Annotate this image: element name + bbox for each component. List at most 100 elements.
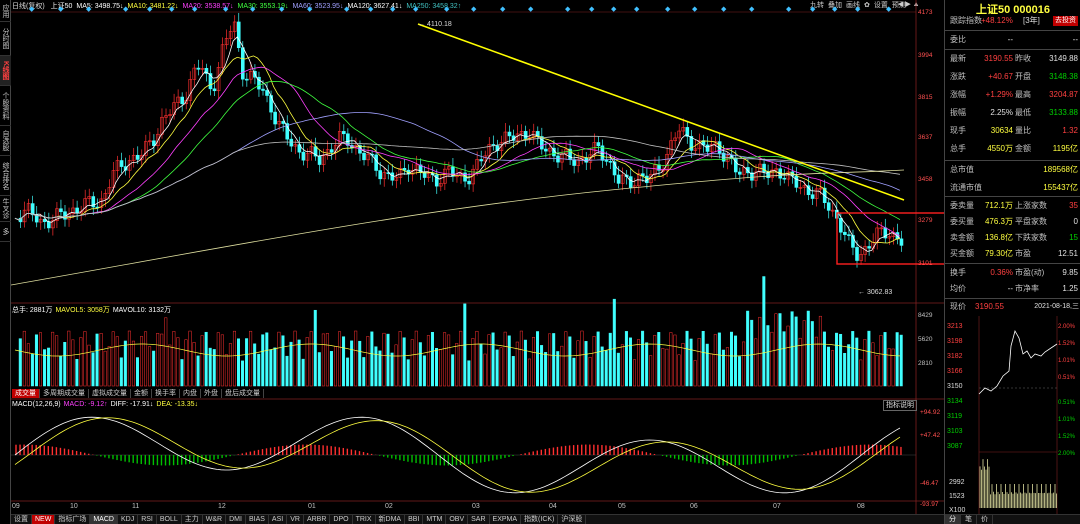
left-tab-4[interactable]: 自选股 bbox=[0, 126, 11, 156]
volume-tab-0[interactable]: 成交量 bbox=[12, 389, 40, 398]
candle-body bbox=[342, 131, 346, 135]
left-tab-2[interactable]: K线图 bbox=[0, 56, 11, 86]
volume-tab-1[interactable]: 多周期成交量 bbox=[40, 389, 89, 398]
volume-tab-5[interactable]: 内盘 bbox=[180, 389, 201, 398]
indicator-tab-15[interactable]: TRIX bbox=[353, 515, 376, 524]
volume-bar bbox=[495, 349, 499, 387]
volume-bar bbox=[709, 353, 713, 387]
indicator-tab-11[interactable]: ASI bbox=[269, 515, 288, 524]
indicator-tab-14[interactable]: DPO bbox=[330, 515, 353, 524]
left-tab-5[interactable]: 综合排名 bbox=[0, 156, 11, 196]
indicator-tab-19[interactable]: OBV bbox=[446, 515, 469, 524]
volume-bar bbox=[51, 331, 55, 387]
intraday-minichart[interactable]: 3213 3198 3182 3166 3150 3134 3119 3103 3087 2.00… bbox=[945, 316, 1080, 514]
indicator-tab-17[interactable]: BBI bbox=[405, 515, 424, 524]
indicator-tab-3[interactable]: MACD bbox=[90, 515, 118, 524]
indicator-tab-8[interactable]: W&R bbox=[203, 515, 227, 524]
candle-body bbox=[196, 67, 201, 70]
volume-info-line: 总手: 2881万 MAVOL5: 3058万 MAVOL10: 3132万 bbox=[12, 305, 174, 315]
now-value: 3190.55 bbox=[975, 302, 1004, 311]
candle-body bbox=[374, 154, 378, 171]
volume-bar bbox=[87, 344, 91, 387]
signal-marker: ◆ bbox=[279, 6, 285, 13]
volume-bar bbox=[188, 330, 192, 387]
quote-panel: 上证50 000016 跟踪指数 +48.12% [3年] 去投资 委比 -- … bbox=[944, 0, 1080, 524]
indicator-tab-2[interactable]: 指标广场 bbox=[55, 515, 91, 524]
left-tab-1[interactable]: 分时图 bbox=[0, 22, 11, 56]
quote-value: +40.67 bbox=[988, 72, 1013, 81]
volume-bar bbox=[584, 341, 588, 387]
indicator-tab-22[interactable]: 指数(ICK) bbox=[521, 515, 559, 524]
left-tab-3[interactable]: 个股资料 bbox=[0, 86, 11, 126]
weibi-label: 委比 bbox=[950, 35, 966, 44]
left-tab-0[interactable]: 应用 bbox=[0, 0, 11, 22]
signal-marker: ◆ bbox=[855, 6, 861, 13]
volume-bar bbox=[770, 331, 774, 387]
macd-info-2: DIFF: -17.91↓ bbox=[110, 401, 154, 408]
indicator-tab-21[interactable]: EXPMA bbox=[490, 515, 522, 524]
quote-row-0: 最新 3190.55 昨收 3149.88 bbox=[945, 52, 1080, 66]
order-key2: 市盈 bbox=[1015, 249, 1031, 258]
indicator-tab-6[interactable]: BOLL bbox=[157, 515, 182, 524]
mini-tab-2[interactable]: 价 bbox=[977, 515, 993, 524]
indicator-tab-0[interactable]: 设置 bbox=[11, 515, 32, 524]
month-tick: 02 bbox=[385, 503, 393, 510]
volume-bar bbox=[843, 353, 847, 387]
indicator-tab-7[interactable]: 主力 bbox=[182, 515, 203, 524]
invest-button[interactable]: 去投资 bbox=[1053, 16, 1078, 26]
indicator-tab-1[interactable]: NEW bbox=[32, 515, 56, 524]
indicator-tab-9[interactable]: DMI bbox=[226, 515, 246, 524]
mini-price-tick: 3213 bbox=[947, 323, 963, 330]
volume-bar bbox=[75, 359, 79, 387]
signal-marker: ◆ bbox=[58, 6, 64, 13]
volume-bar bbox=[281, 335, 285, 387]
indicator-tab-4[interactable]: KDJ bbox=[118, 515, 139, 524]
volume-bar bbox=[382, 332, 386, 387]
volume-bar bbox=[527, 358, 531, 387]
indicator-help-button[interactable]: 指标说明 bbox=[883, 400, 917, 411]
quote-row-1: 涨跌 +40.67 开盘 3148.38 bbox=[945, 70, 1080, 84]
volume-bar bbox=[738, 356, 742, 387]
volume-tab-2[interactable]: 虚拟成交量 bbox=[89, 389, 131, 398]
left-tab-7[interactable]: 多 bbox=[0, 222, 11, 242]
indicator-tab-16[interactable]: 新DMA bbox=[376, 515, 406, 524]
volume-bar bbox=[487, 334, 491, 387]
volume-bar bbox=[742, 341, 746, 387]
mini-tab-0[interactable]: 分 bbox=[945, 515, 961, 524]
price-tick: 3279 bbox=[918, 217, 933, 224]
volume-tab-3[interactable]: 金额 bbox=[131, 389, 152, 398]
left-tab-6[interactable]: 牛叉诊股 bbox=[0, 196, 11, 222]
signal-marker: ◆ bbox=[500, 6, 506, 13]
indicator-tab-23[interactable]: 沪深股 bbox=[558, 515, 587, 524]
signal-marker: ◆ bbox=[86, 6, 92, 13]
volume-bar bbox=[782, 331, 786, 387]
indicator-tab-20[interactable]: SAR bbox=[468, 515, 490, 524]
mini-tab-1[interactable]: 笔 bbox=[961, 515, 977, 524]
volume-bar bbox=[467, 360, 471, 387]
volume-bar bbox=[572, 357, 576, 387]
track-row: 跟踪指数 +48.12% [3年] 去投资 bbox=[945, 14, 1080, 28]
kline-chart[interactable]: ◆ ◆ ◆ ◆ ◆ ◆ ◆ ◆ ◆ ◆ ◆ ◆ ◆ ◆ ◆ ◆ ◆ ◆ ◆ ◆ ◆ ◆ ◆ ◆ ◆ ◆ ◆ ◆ ◆ ◆ ◆ ◆ bbox=[11, 0, 944, 514]
price-tick: 4173 bbox=[918, 9, 933, 16]
indicator-tab-10[interactable]: BIAS bbox=[246, 515, 269, 524]
signal-marker: ◆ bbox=[123, 6, 129, 13]
indicator-tab-5[interactable]: RSI bbox=[138, 515, 157, 524]
macd-tick: -93.97 bbox=[920, 501, 939, 508]
volume-bar bbox=[95, 333, 99, 387]
track-value: +48.12% bbox=[981, 16, 1013, 25]
mktcap-row-0: 总市值 189568亿 bbox=[945, 163, 1080, 177]
quote-key: 总手 bbox=[950, 144, 966, 153]
ma-line bbox=[14, 66, 901, 237]
volume-bar bbox=[556, 351, 560, 387]
volume-bar bbox=[269, 349, 273, 387]
volume-tab-6[interactable]: 外盘 bbox=[201, 389, 222, 398]
volume-bar bbox=[847, 344, 851, 387]
signal-marker: ◆ bbox=[223, 6, 229, 13]
volume-tab-4[interactable]: 换手率 bbox=[152, 389, 180, 398]
indicator-tab-18[interactable]: MTM bbox=[423, 515, 447, 524]
indicator-tab-13[interactable]: ARBR bbox=[304, 515, 331, 524]
mini-vol-tick: X100 bbox=[949, 507, 965, 514]
volume-bar bbox=[99, 333, 103, 387]
volume-tab-7[interactable]: 盘后成交量 bbox=[222, 389, 264, 398]
indicator-tab-12[interactable]: VR bbox=[287, 515, 304, 524]
